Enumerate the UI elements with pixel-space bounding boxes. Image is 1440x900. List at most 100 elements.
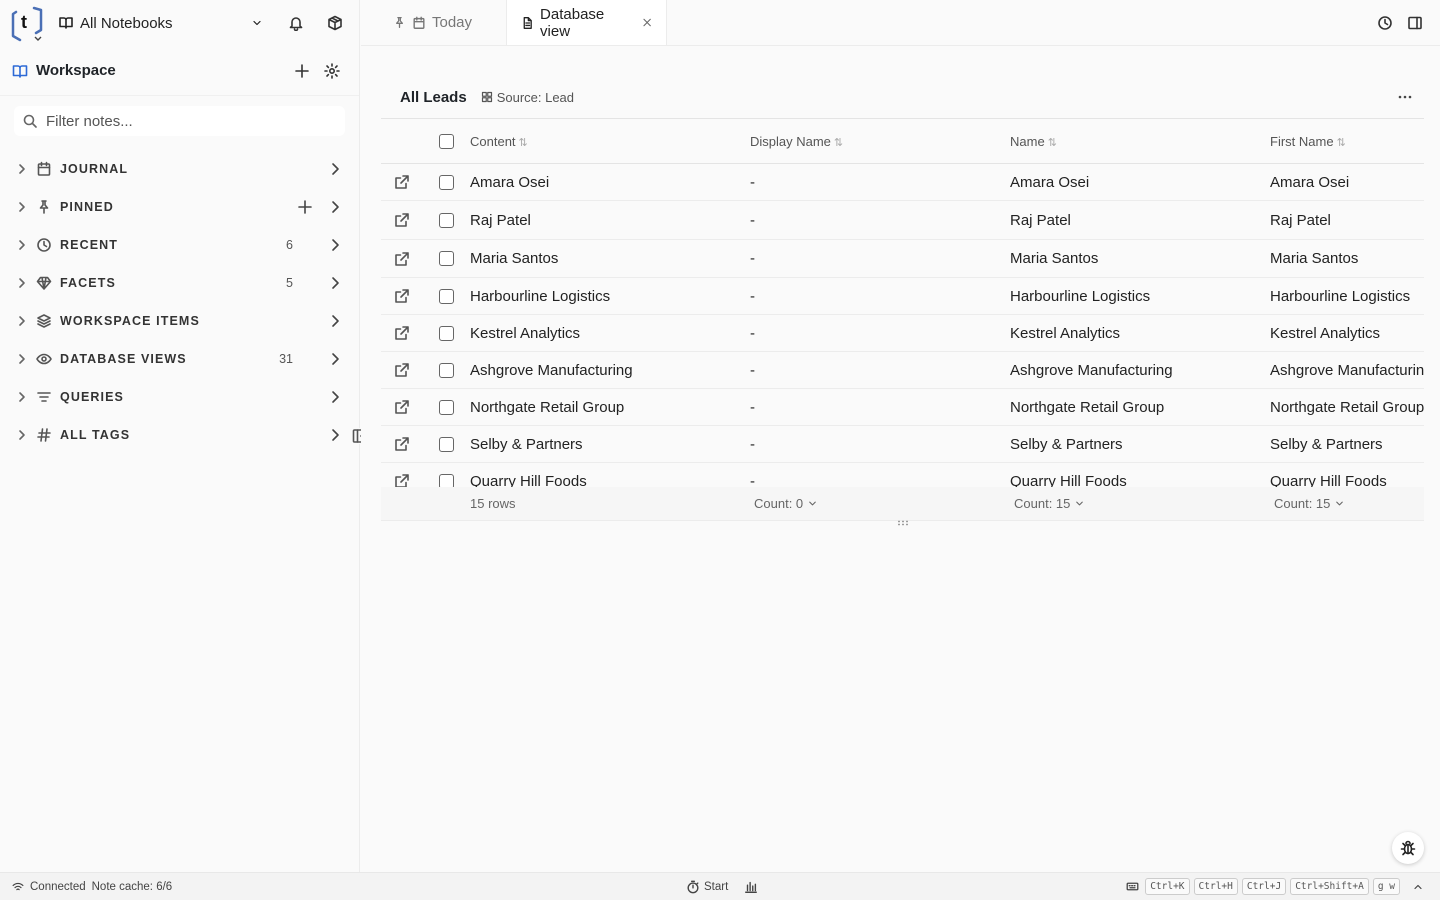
- workspace-settings-button[interactable]: [317, 56, 347, 86]
- table-row[interactable]: Quarry Hill Foods - Quarry Hill Foods Qu…: [381, 463, 1424, 487]
- section-database-views[interactable]: DATABASE VIEWS 31: [0, 340, 359, 378]
- cell-first-name[interactable]: Northgate Retail Group: [1270, 399, 1424, 416]
- cell-name[interactable]: Selby & Partners: [1010, 436, 1270, 453]
- row-checkbox[interactable]: [423, 399, 470, 415]
- sort-icon[interactable]: ⇅: [1048, 137, 1057, 149]
- cell-first-name[interactable]: Selby & Partners: [1270, 436, 1424, 453]
- cell-first-name[interactable]: Quarry Hill Foods: [1270, 473, 1424, 488]
- cell-first-name[interactable]: Amara Osei: [1270, 174, 1424, 191]
- chevron-up-icon[interactable]: [1412, 881, 1424, 893]
- section-queries[interactable]: QUERIES: [0, 378, 359, 416]
- toggle-right-panel-button[interactable]: [1400, 8, 1430, 38]
- cell-content[interactable]: Amara Osei: [470, 174, 750, 191]
- section-journal[interactable]: JOURNAL: [0, 150, 359, 188]
- cell-name[interactable]: Amara Osei: [1010, 174, 1270, 191]
- chevron-right-icon[interactable]: [14, 351, 30, 367]
- timer-start-button[interactable]: Start: [704, 881, 728, 893]
- cell-display-name[interactable]: -: [750, 250, 1010, 267]
- checkbox[interactable]: [439, 399, 454, 415]
- aggregate-display-name[interactable]: Count: 0: [750, 496, 1010, 511]
- checkbox[interactable]: [439, 362, 454, 378]
- cell-content[interactable]: Harbourline Logistics: [470, 288, 750, 305]
- notifications-button[interactable]: [281, 8, 310, 38]
- sort-icon[interactable]: ⇅: [519, 137, 528, 149]
- bar-chart-icon[interactable]: [744, 880, 758, 894]
- row-checkbox[interactable]: [423, 473, 470, 487]
- checkbox[interactable]: [439, 251, 454, 266]
- cell-first-name[interactable]: Harbourline Logistics: [1270, 288, 1424, 305]
- aggregate-name[interactable]: Count: 15: [1010, 496, 1270, 511]
- section-workspace-items[interactable]: WORKSPACE ITEMS: [0, 302, 359, 340]
- open-row-button[interactable]: [381, 251, 423, 267]
- chevron-right-icon[interactable]: [14, 313, 30, 329]
- arrow-right-icon[interactable]: [327, 275, 343, 291]
- table-row[interactable]: Harbourline Logistics - Harbourline Logi…: [381, 278, 1424, 315]
- filter-notes-input[interactable]: Filter notes...: [14, 106, 345, 136]
- cell-content[interactable]: Maria Santos: [470, 250, 750, 267]
- open-row-button[interactable]: [381, 362, 423, 378]
- arrow-right-icon[interactable]: [327, 199, 343, 215]
- cell-content[interactable]: Raj Patel: [470, 212, 750, 229]
- stopwatch-icon[interactable]: [686, 880, 700, 894]
- cell-name[interactable]: Ashgrove Manufacturing: [1010, 362, 1270, 379]
- view-source[interactable]: Source: Lead: [481, 90, 574, 105]
- cell-display-name[interactable]: -: [750, 399, 1010, 416]
- table-row[interactable]: Ashgrove Manufacturing - Ashgrove Manufa…: [381, 352, 1424, 389]
- sort-icon[interactable]: ⇅: [1337, 137, 1346, 149]
- row-checkbox[interactable]: [423, 325, 470, 341]
- column-header-content[interactable]: Content ⇅: [470, 134, 750, 149]
- column-header-display-name[interactable]: Display Name ⇅: [750, 134, 1010, 149]
- row-checkbox[interactable]: [423, 251, 470, 266]
- notebook-selector[interactable]: All Notebooks: [58, 15, 263, 32]
- row-checkbox[interactable]: [423, 174, 470, 190]
- checkbox[interactable]: [439, 133, 454, 149]
- cell-content[interactable]: Kestrel Analytics: [470, 325, 750, 342]
- cell-content[interactable]: Ashgrove Manufacturing: [470, 362, 750, 379]
- table-row[interactable]: Raj Patel - Raj Patel Raj Patel: [381, 201, 1424, 240]
- cell-name[interactable]: Quarry Hill Foods: [1010, 473, 1270, 488]
- checkbox[interactable]: [439, 212, 454, 228]
- aggregate-first-name[interactable]: Count: 15: [1270, 496, 1424, 511]
- resize-handle[interactable]: [897, 520, 909, 526]
- open-row-button[interactable]: [381, 436, 423, 452]
- cell-display-name[interactable]: -: [750, 436, 1010, 453]
- package-button[interactable]: [320, 8, 349, 38]
- plus-icon[interactable]: [297, 199, 313, 215]
- checkbox[interactable]: [439, 473, 454, 487]
- cell-content[interactable]: Selby & Partners: [470, 436, 750, 453]
- table-row[interactable]: Selby & Partners - Selby & Partners Selb…: [381, 426, 1424, 463]
- chevron-right-icon[interactable]: [14, 275, 30, 291]
- checkbox[interactable]: [439, 174, 454, 190]
- open-row-button[interactable]: [381, 473, 423, 487]
- row-checkbox[interactable]: [423, 436, 470, 452]
- select-all-checkbox[interactable]: [423, 133, 470, 149]
- row-checkbox[interactable]: [423, 288, 470, 304]
- table-row[interactable]: Maria Santos - Maria Santos Maria Santos: [381, 240, 1424, 278]
- cell-display-name[interactable]: -: [750, 174, 1010, 191]
- add-workspace-item-button[interactable]: [287, 56, 317, 86]
- cell-display-name[interactable]: -: [750, 288, 1010, 305]
- sort-icon[interactable]: ⇅: [834, 137, 843, 149]
- cell-first-name[interactable]: Maria Santos: [1270, 250, 1424, 267]
- open-row-button[interactable]: [381, 174, 423, 190]
- tab-today[interactable]: Today: [361, 0, 507, 45]
- cell-first-name[interactable]: Raj Patel: [1270, 212, 1424, 229]
- checkbox[interactable]: [439, 288, 454, 304]
- cell-first-name[interactable]: Ashgrove Manufacturing: [1270, 362, 1424, 379]
- history-button[interactable]: [1370, 8, 1400, 38]
- column-header-first-name[interactable]: First Name ⇅: [1270, 134, 1424, 149]
- row-checkbox[interactable]: [423, 362, 470, 378]
- cell-name[interactable]: Raj Patel: [1010, 212, 1270, 229]
- app-logo[interactable]: t: [10, 4, 44, 42]
- section-all-tags[interactable]: ALL TAGS: [0, 416, 359, 454]
- chevron-right-icon[interactable]: [14, 199, 30, 215]
- close-icon[interactable]: [642, 17, 652, 28]
- section-recent[interactable]: RECENT 6: [0, 226, 359, 264]
- cell-content[interactable]: Quarry Hill Foods: [470, 473, 750, 488]
- arrow-right-icon[interactable]: [327, 389, 343, 405]
- cell-display-name[interactable]: -: [750, 473, 1010, 488]
- cell-name[interactable]: Harbourline Logistics: [1010, 288, 1270, 305]
- open-row-button[interactable]: [381, 288, 423, 304]
- view-more-button[interactable]: [1390, 82, 1420, 112]
- cell-display-name[interactable]: -: [750, 325, 1010, 342]
